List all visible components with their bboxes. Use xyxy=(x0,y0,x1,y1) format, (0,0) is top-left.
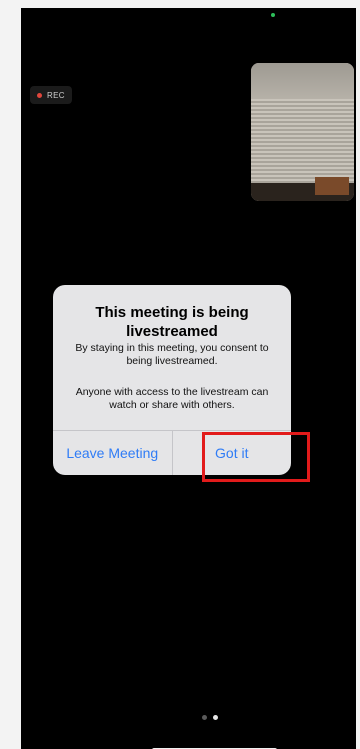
video-frame-object xyxy=(315,177,349,195)
livestream-alert-dialog: This meeting is being livestreamed By st… xyxy=(53,285,291,475)
recording-label: REC xyxy=(47,90,65,100)
page-indicator xyxy=(202,715,218,720)
leave-meeting-button[interactable]: Leave Meeting xyxy=(53,431,172,475)
page-dot[interactable] xyxy=(202,715,207,720)
camera-indicator-icon xyxy=(271,13,275,17)
phone-frame: REC This meeting is being livestreamed B… xyxy=(0,0,360,749)
dialog-actions: Leave Meeting Got it xyxy=(53,430,291,475)
self-video-thumbnail[interactable] xyxy=(251,63,354,201)
got-it-button[interactable]: Got it xyxy=(171,431,292,475)
dialog-title: This meeting is being livestreamed xyxy=(95,304,249,340)
recording-badge: REC xyxy=(30,86,72,104)
recording-dot-icon xyxy=(37,92,42,98)
page-dot-active[interactable] xyxy=(213,715,218,720)
video-frame-wall xyxy=(251,63,354,99)
dialog-message-access: Anyone with access to the livestream can… xyxy=(75,386,269,411)
dialog-message-consent: By staying in this meeting, you consent … xyxy=(75,342,269,367)
